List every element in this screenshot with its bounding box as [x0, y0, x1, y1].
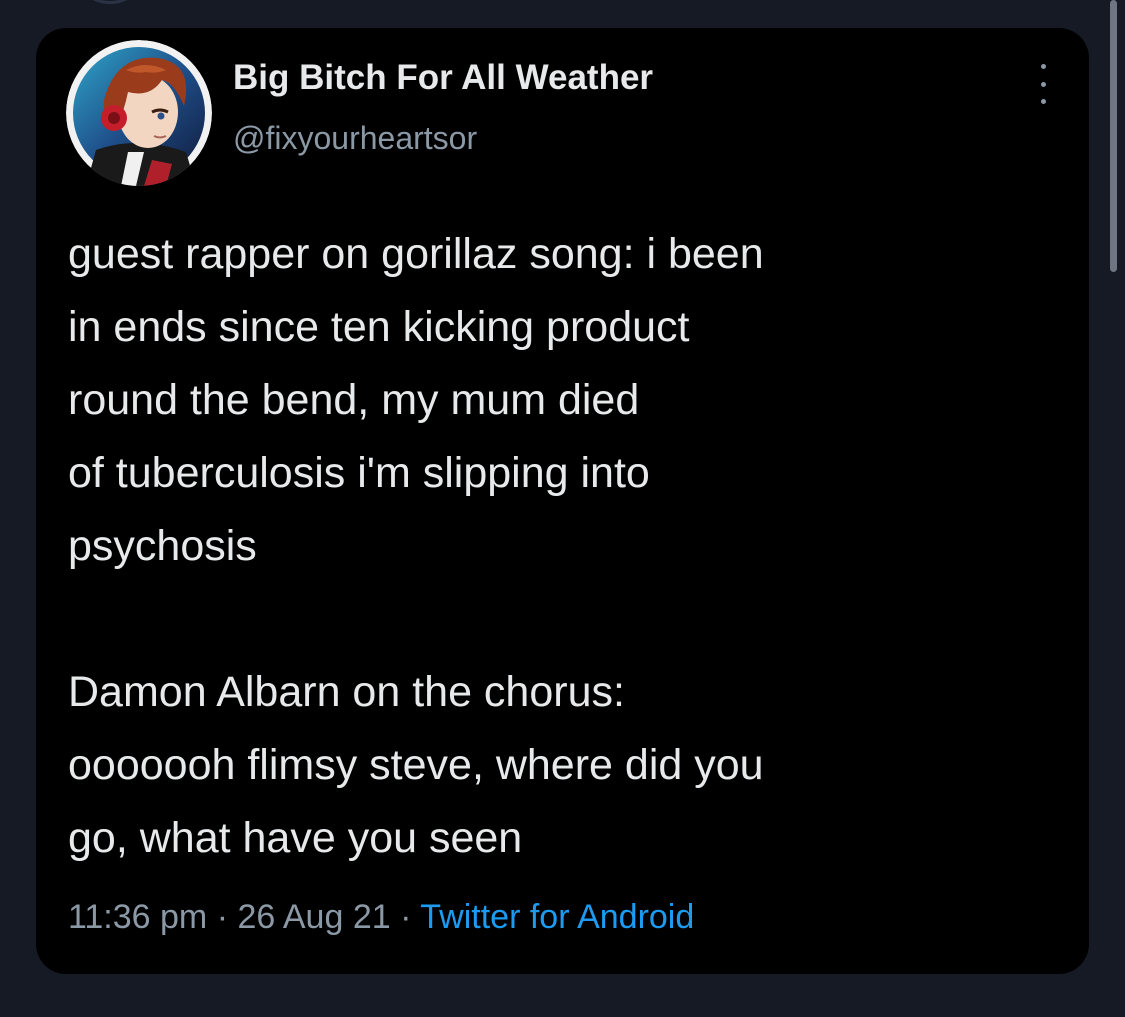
tweet-source-link[interactable]: Twitter for Android: [420, 898, 694, 936]
tweet-text-line: of tuberculosis i'm slipping into: [68, 449, 650, 497]
tweet-date[interactable]: 26 Aug 21: [237, 898, 390, 936]
scrollbar[interactable]: [1105, 0, 1125, 1017]
more-dot: [1040, 99, 1046, 104]
meta-separator: ·: [216, 898, 229, 936]
tweet-text: guest rapper on gorillaz song: i been in…: [68, 218, 1058, 875]
more-dot: [1040, 64, 1046, 69]
tweet-text-line: go, what have you seen: [68, 814, 523, 862]
tweet-text-line: round the bend, my mum died: [68, 376, 640, 424]
tweet-card[interactable]: Big Bitch For All Weather @fixyourhearts…: [36, 28, 1089, 974]
display-name[interactable]: Big Bitch For All Weather: [233, 58, 653, 98]
tweet-text-line: psychosis: [68, 522, 257, 570]
tweet-time[interactable]: 11:36 pm: [68, 898, 207, 936]
tweet-metadata: 11:36 pm · 26 Aug 21 · Twitter for Andro…: [68, 898, 694, 937]
user-handle[interactable]: @fixyourheartsor: [233, 120, 477, 157]
tweet-text-line: in ends since ten kicking product: [68, 303, 690, 351]
more-dot: [1040, 81, 1046, 87]
scrollbar-thumb[interactable]: [1110, 0, 1117, 272]
avatar[interactable]: [66, 40, 212, 186]
tweet-text-line: guest rapper on gorillaz song: i been: [68, 230, 764, 278]
tweet-text-line: Damon Albarn on the chorus:: [68, 668, 625, 716]
more-vertical-icon[interactable]: [1033, 64, 1053, 104]
tweet-text-line: ooooooh flimsy steve, where did you: [68, 741, 764, 789]
meta-separator: ·: [400, 898, 412, 936]
profile-avatar-image: [66, 40, 212, 186]
previous-tweet-avatar-edge: [80, 0, 140, 4]
